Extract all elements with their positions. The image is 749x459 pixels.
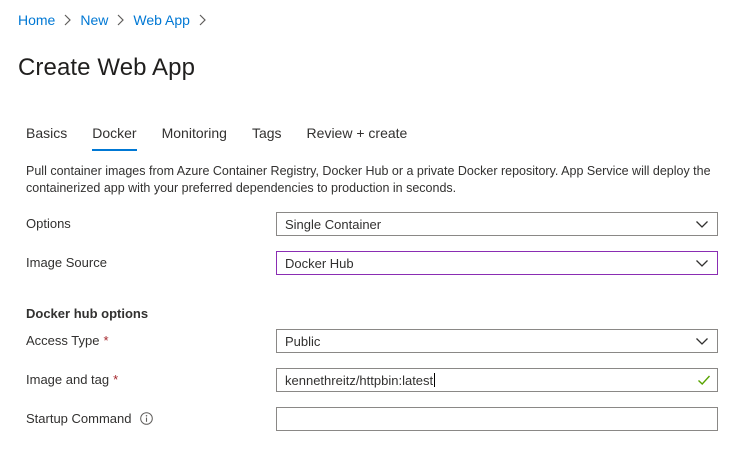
image-source-dropdown[interactable]: Docker Hub [276,251,718,275]
tab-monitoring[interactable]: Monitoring [162,124,227,152]
chevron-down-icon [695,256,709,270]
options-label-text: Options [26,216,71,231]
tab-review-create[interactable]: Review + create [307,124,408,152]
chevron-right-icon [116,14,125,26]
breadcrumb-web-app[interactable]: Web App [133,12,190,28]
chevron-down-icon [695,217,709,231]
chevron-down-icon [695,334,709,348]
access-type-label: Access Type * [26,333,109,348]
image-source-value: Docker Hub [285,255,354,271]
image-and-tag-text: kennethreitz/httpbin:latest [285,372,434,388]
options-value: Single Container [285,216,382,232]
tab-tags[interactable]: Tags [252,124,282,152]
breadcrumb-new[interactable]: New [80,12,108,28]
startup-command-input[interactable] [276,407,718,431]
checkmark-icon [697,373,711,387]
tab-basics[interactable]: Basics [26,124,67,152]
required-marker: * [103,333,109,348]
image-and-tag-value: kennethreitz/httpbin:latest [277,372,697,388]
image-source-label: Image Source [26,255,107,270]
options-label: Options [26,216,71,231]
page-title: Create Web App [18,54,196,82]
docker-description: Pull container images from Azure Contain… [26,164,711,195]
image-and-tag-input[interactable]: kennethreitz/httpbin:latest [276,368,718,392]
options-dropdown[interactable]: Single Container [276,212,718,236]
breadcrumb-home[interactable]: Home [18,12,55,28]
image-and-tag-label: Image and tag * [26,372,118,387]
required-marker: * [113,372,119,387]
tab-bar: Basics Docker Monitoring Tags Review + c… [26,124,432,152]
chevron-right-icon [198,14,207,26]
startup-command-label: Startup Command [26,411,153,426]
access-type-dropdown[interactable]: Public [276,329,718,353]
info-icon[interactable] [139,412,153,425]
image-and-tag-label-text: Image and tag [26,372,110,387]
image-source-label-text: Image Source [26,255,107,270]
chevron-right-icon [63,14,72,26]
breadcrumb: Home New Web App [18,12,215,28]
docker-hub-options-heading: Docker hub options [26,306,149,321]
startup-command-label-text: Startup Command [26,411,132,426]
access-type-value: Public [285,333,321,349]
text-caret [434,372,436,387]
access-type-label-text: Access Type [26,333,100,348]
tab-docker[interactable]: Docker [92,124,137,152]
